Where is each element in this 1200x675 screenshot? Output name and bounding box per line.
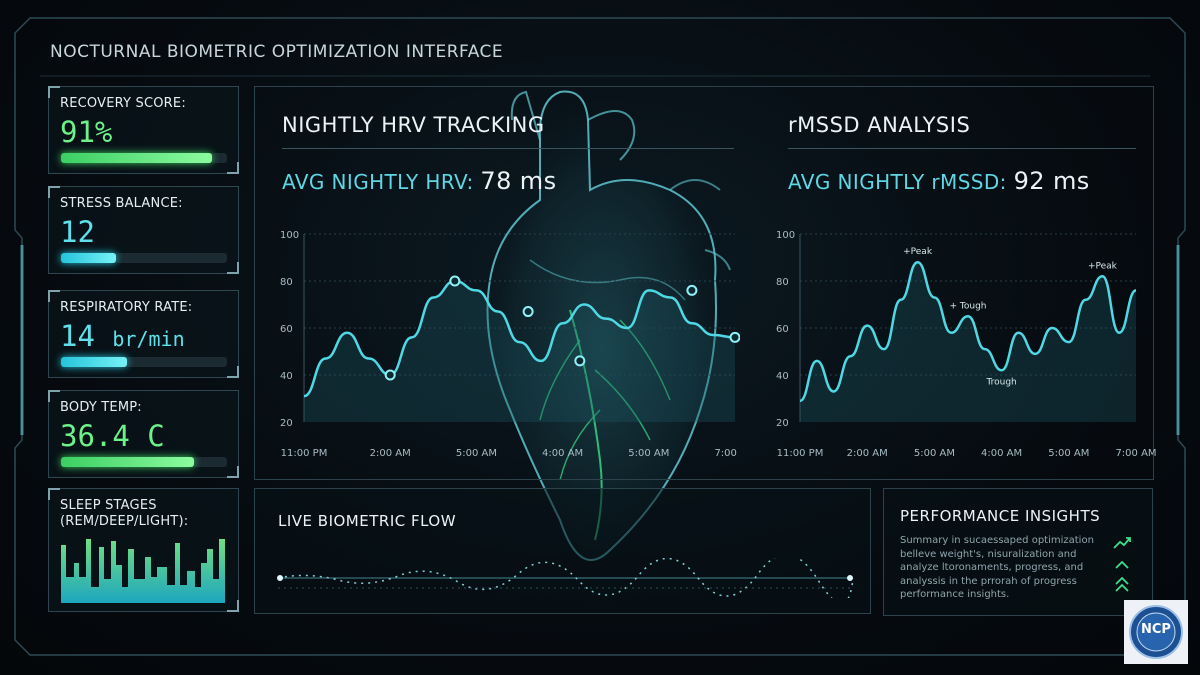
y-tick-label: 20 [280, 418, 293, 429]
hrv-average-label: AVG NIGHTLY HRV: [282, 170, 474, 194]
annotation-label: + Tough [950, 301, 987, 311]
data-point [384, 369, 396, 381]
progress-track [61, 153, 227, 163]
flow-end-dot [847, 575, 853, 581]
body-temp-card[interactable]: BODY TEMP: 36.4 C [48, 390, 239, 478]
x-tick-label: 5:00 AM [456, 448, 497, 459]
y-tick-label: 60 [280, 324, 293, 335]
x-tick-label: 4:00 AM [542, 448, 583, 459]
value-number: 14 [60, 319, 95, 353]
card-label: STRESS BALANCE: [60, 196, 183, 211]
sleep-stages-card[interactable]: SLEEP STAGES (REM/DEEP/LIGHT): [48, 488, 239, 612]
trend-up-icon [1113, 537, 1131, 549]
rmssd-title: rMSSD ANALYSIS [788, 113, 971, 137]
logo-text: NCP [1141, 622, 1171, 637]
app-title: NOCTURNAL BIOMETRIC OPTIMIZATION INTERFA… [50, 42, 504, 62]
progress-track [61, 457, 227, 467]
annotation-label: +Peak [903, 247, 933, 257]
hrv-title: NIGHTLY HRV TRACKING [282, 113, 545, 137]
hrv-chart: 100 80 60 40 20 11:00 PM 2:00 AM 5:00 AM 4:00 AM… [280, 230, 740, 459]
rmssd-divider [788, 148, 1136, 149]
insights-body: Summary in sucaessaped optimization bell… [900, 535, 1094, 600]
x-tick-label: 2:00 AM [847, 448, 888, 459]
trend-up-icons [1113, 537, 1131, 592]
live-flow-wave [277, 558, 854, 598]
x-tick-label: 11:00 PM [281, 448, 328, 459]
annotation-label: Trough [985, 377, 1016, 387]
x-tick-label: 7:00 AM [1115, 448, 1156, 459]
data-point [449, 275, 461, 287]
card-value: 91% [60, 115, 113, 149]
series-area [304, 281, 735, 422]
rmssd-average: AVG NIGHTLY rMSSD: 92 ms [788, 167, 1090, 195]
double-chevron-up-icon [1115, 576, 1129, 592]
card-label: BODY TEMP: [60, 400, 142, 415]
x-tick-label: 11:00 PM [777, 448, 824, 459]
stress-balance-card[interactable]: STRESS BALANCE: 12 [48, 186, 239, 274]
app-window: NOCTURNAL BIOMETRIC OPTIMIZATION INTERFA… [0, 0, 1200, 675]
y-tick-label: 80 [280, 277, 293, 288]
data-point [574, 355, 586, 367]
rmssd-average-label: AVG NIGHTLY rMSSD: [788, 170, 1007, 194]
series-area [800, 262, 1136, 422]
card-label: RESPIRATORY RATE: [60, 300, 193, 315]
progress-track [61, 253, 227, 263]
x-tick-label: 5:00 AM [628, 448, 669, 459]
value-unit: br/min [112, 327, 185, 351]
sleep-stages-chart [61, 539, 225, 603]
y-tick-label: 100 [776, 230, 795, 241]
card-value: 36.4 C [60, 419, 165, 453]
data-point [522, 306, 534, 318]
x-tick-label: 2:00 AM [370, 448, 411, 459]
insights-title: PERFORMANCE INSIGHTS [900, 507, 1101, 525]
card-value: 12 [60, 215, 95, 249]
card-value: 14 br/min [60, 319, 185, 353]
data-point [729, 331, 740, 343]
flow-start-dot [277, 575, 283, 581]
rmssd-chart: 100 80 60 40 20 11:00 PM 2:00 AM 5:00 AM 4:00 AM… [776, 230, 1156, 459]
respiratory-rate-card[interactable]: RESPIRATORY RATE: 14 br/min [48, 290, 239, 378]
y-tick-label: 40 [776, 371, 789, 382]
x-tick-label: 4:00 AM [981, 448, 1022, 459]
chevron-up-icon [1115, 560, 1129, 569]
x-tick-label: 5:00 AM [914, 448, 955, 459]
hrv-average: AVG NIGHTLY HRV: 78 ms [282, 167, 556, 195]
data-point [686, 284, 698, 296]
y-tick-label: 100 [280, 230, 299, 241]
live-flow-title: LIVE BIOMETRIC FLOW [278, 512, 457, 530]
progress-fill [61, 357, 128, 367]
progress-fill [61, 457, 194, 467]
rmssd-average-value: 92 ms [1013, 167, 1090, 195]
ncp-logo: NCP [1124, 600, 1188, 664]
progress-fill [61, 153, 213, 163]
y-tick-label: 20 [776, 418, 789, 429]
y-tick-label: 40 [280, 371, 293, 382]
x-tick-label: 7:00 AM [714, 448, 740, 459]
card-label: RECOVERY SCORE: [60, 96, 186, 111]
progress-fill [61, 253, 116, 263]
hrv-average-value: 78 ms [480, 167, 557, 195]
x-tick-label: 5:00 AM [1048, 448, 1089, 459]
progress-track [61, 357, 227, 367]
recovery-score-card[interactable]: RECOVERY SCORE: 91% [48, 86, 239, 174]
y-tick-label: 80 [776, 277, 789, 288]
hrv-divider [282, 148, 734, 149]
y-tick-label: 60 [776, 324, 789, 335]
annotation-label: +Peak [1088, 261, 1118, 271]
